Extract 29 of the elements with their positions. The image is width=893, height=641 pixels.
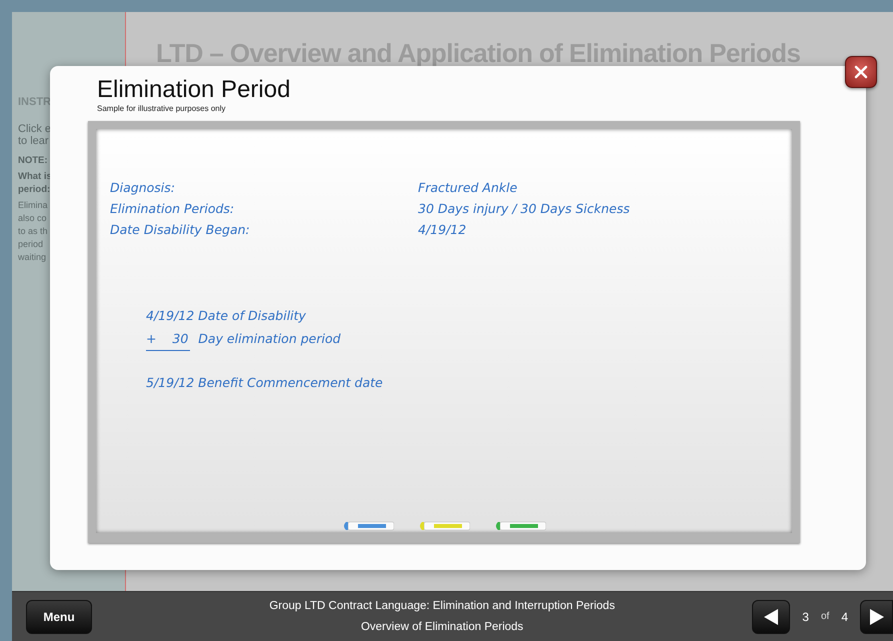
marker-icon — [342, 521, 394, 531]
menu-button[interactable]: Menu — [26, 600, 92, 634]
lesson-title: Overview of Elimination Periods — [360, 620, 524, 634]
result-line: 5/19/12 Benefit Commencement date — [146, 374, 383, 392]
page-number: 3 — [802, 610, 809, 624]
marker-icon — [494, 521, 546, 531]
fact-label: Elimination Periods: — [110, 200, 236, 218]
fact-label: Diagnosis: — [110, 179, 176, 197]
calculation-line: 4/19/12 Date of Disability — [146, 307, 306, 325]
note-label: NOTE: — [18, 154, 48, 167]
note-text: Elimina also co to as th period waiting — [18, 199, 48, 264]
next-button[interactable] — [860, 600, 893, 634]
course-title: Group LTD Contract Language: Elimination and Interruption Periods — [268, 598, 616, 614]
right-arrow-icon — [870, 608, 884, 624]
sum-operand: + 30 — [146, 327, 190, 351]
previous-button[interactable] — [752, 600, 790, 634]
fact-label: Date Disability Began: — [110, 221, 251, 239]
page-of: of — [820, 611, 830, 622]
close-button[interactable] — [845, 56, 877, 88]
left-arrow-icon — [764, 608, 778, 624]
fact-value: Fractured Ankle — [418, 179, 518, 197]
close-icon — [854, 65, 868, 79]
fact-value: 4/19/12 — [418, 221, 466, 239]
page-total: 4 — [841, 610, 848, 624]
marker-icon — [418, 521, 470, 531]
fact-value: 30 Days injury / 30 Days Sickness — [418, 200, 630, 218]
calculation-line: Day elimination period — [198, 330, 341, 348]
modal-title: Elimination Period — [97, 76, 292, 104]
modal-subtitle: Sample for illustrative purposes only — [97, 104, 227, 113]
